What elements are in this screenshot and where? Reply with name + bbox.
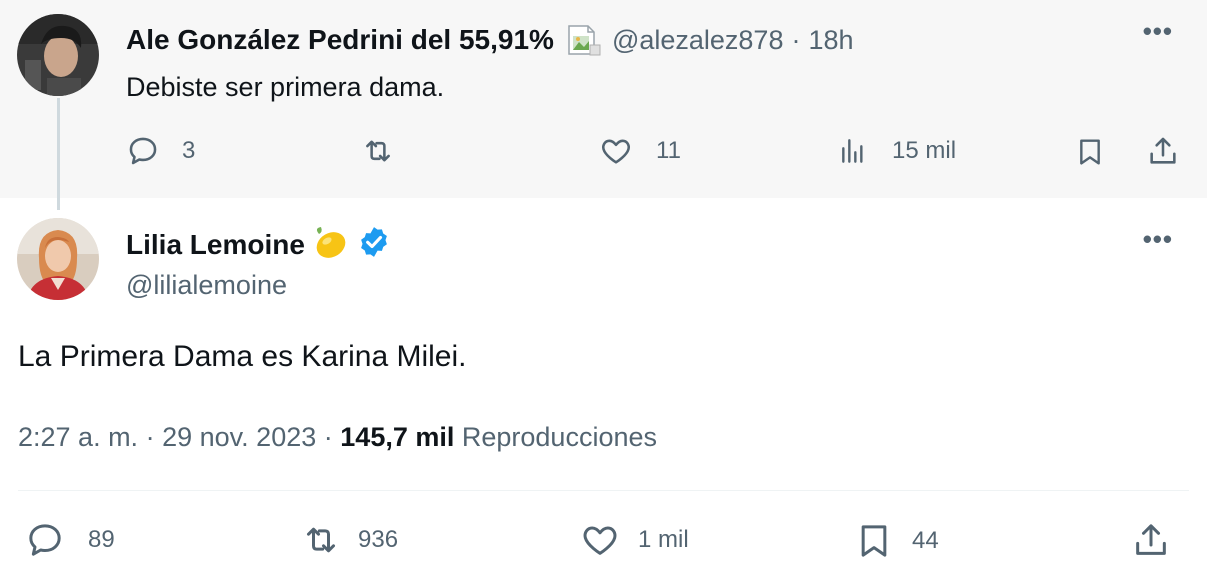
reply-header: Ale González Pedrini del 55,91% @alezale… — [126, 20, 854, 60]
main-tweet: Lilia Lemoine @lilialemoine ••• La Prime… — [0, 198, 1207, 571]
like-count: 11 — [656, 137, 681, 164]
share-icon — [1146, 134, 1180, 168]
broken-image-icon — [566, 23, 602, 57]
tweet-time[interactable]: 2:27 a. m. — [18, 422, 138, 452]
reply-icon — [24, 520, 66, 560]
avatar[interactable] — [17, 218, 99, 300]
bookmark-button[interactable]: 44 — [854, 520, 939, 562]
more-options-icon[interactable]: ••• — [1143, 16, 1173, 47]
divider — [18, 490, 1189, 491]
like-button[interactable]: 1 mil — [578, 520, 689, 560]
action-bar: 89 936 1 mil 44 — [0, 520, 1207, 568]
bookmark-button[interactable] — [1074, 134, 1106, 170]
analytics-icon — [838, 134, 870, 168]
lemon-icon — [311, 224, 349, 265]
tweet-text: La Primera Dama es Karina Milei. — [18, 340, 467, 373]
heart-icon — [598, 134, 634, 168]
reply-button[interactable]: 3 — [126, 134, 195, 168]
tweet-text: Debiste ser primera dama. — [126, 72, 445, 102]
action-bar: 3 11 15 mil — [0, 130, 1207, 178]
separator-dot: · — [791, 24, 801, 55]
share-button[interactable] — [1130, 520, 1172, 560]
author-name[interactable]: Ale González Pedrini del 55,91% — [126, 24, 554, 56]
tweet-meta: 2:27 a. m. · 29 nov. 2023 · 145,7 mil Re… — [18, 422, 657, 453]
author-handle[interactable]: @alezalez878 — [612, 25, 784, 56]
separator-dot: · — [323, 422, 333, 452]
author-handle[interactable]: @lilialemoine — [126, 270, 287, 301]
heart-icon — [578, 520, 622, 560]
reply-count: 3 — [182, 137, 196, 164]
views-count: 15 mil — [892, 137, 957, 164]
bookmark-icon — [854, 520, 894, 562]
bookmark-icon — [1074, 134, 1106, 170]
repost-icon — [298, 520, 344, 560]
verified-badge-icon — [357, 225, 391, 264]
separator-dot: · — [145, 422, 155, 452]
timestamp[interactable]: 18h — [808, 25, 853, 56]
author-name[interactable]: Lilia Lemoine — [126, 229, 305, 261]
share-button[interactable] — [1146, 134, 1180, 168]
bookmark-count: 44 — [912, 527, 939, 554]
avatar[interactable] — [17, 14, 99, 96]
tweet-date[interactable]: 29 nov. 2023 — [162, 422, 316, 452]
author-name-row: Lilia Lemoine — [126, 224, 391, 265]
views-count[interactable]: 145,7 mil — [340, 422, 454, 452]
reply-tweet[interactable]: Ale González Pedrini del 55,91% @alezale… — [0, 0, 1207, 210]
reply-count: 89 — [88, 526, 115, 553]
views-button[interactable]: 15 mil — [838, 134, 956, 168]
repost-button[interactable]: 936 — [298, 520, 398, 560]
views-label: Reproducciones — [461, 422, 657, 452]
like-count: 1 mil — [638, 526, 689, 553]
more-options-icon[interactable]: ••• — [1143, 224, 1173, 255]
reply-icon — [126, 134, 160, 168]
reply-button[interactable]: 89 — [24, 520, 115, 560]
share-icon — [1130, 520, 1172, 560]
repost-count: 936 — [358, 526, 399, 553]
like-button[interactable]: 11 — [598, 134, 681, 168]
repost-icon — [360, 134, 396, 168]
repost-button[interactable] — [360, 134, 396, 168]
